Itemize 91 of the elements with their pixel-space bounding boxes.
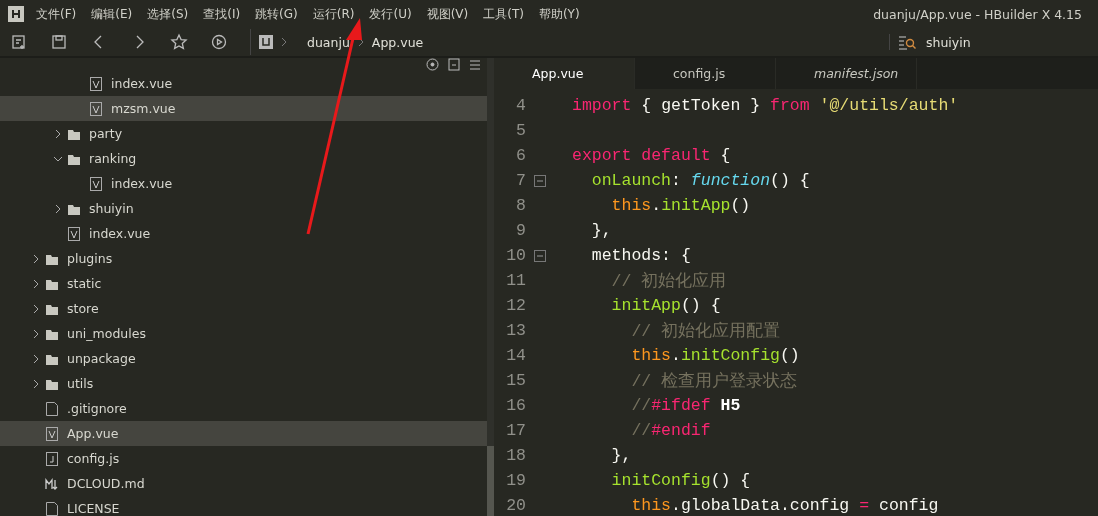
code-line: // 初始化应用配置	[630, 320, 781, 342]
line-number: 6	[515, 146, 526, 165]
tree-item[interactable]: App.vue	[0, 421, 487, 446]
vue-file-icon	[89, 176, 103, 191]
menu-item[interactable]: 工具(T)	[483, 5, 524, 23]
code-line: // 初始化应用	[610, 270, 727, 292]
search-field[interactable]: shuiyin	[926, 34, 971, 50]
new-file-icon[interactable]	[10, 33, 28, 51]
app-logo-icon	[8, 6, 24, 22]
code-line: this.globalData.config = config	[630, 496, 939, 515]
vue-file-icon	[45, 426, 59, 441]
line-number: 14	[505, 346, 526, 365]
tree-item[interactable]: LICENSE	[0, 496, 487, 516]
project-icon	[259, 35, 273, 49]
code-line: onLaunch: function() {	[590, 171, 810, 190]
menu-item[interactable]: 帮助(Y)	[538, 5, 580, 23]
menu-item[interactable]: 编辑(E)	[91, 5, 133, 23]
fold-icon[interactable]	[534, 174, 546, 187]
line-number: 15	[505, 371, 526, 390]
tree-item[interactable]: index.vue	[0, 171, 487, 196]
tree-item[interactable]: store	[0, 296, 487, 321]
code-line: import { getToken } from '@/utils/auth'	[572, 96, 959, 115]
line-number: 19	[505, 471, 526, 490]
code-line: export default {	[572, 146, 731, 165]
menu-item[interactable]: 跳转(G)	[255, 5, 298, 23]
tree-item[interactable]: static	[0, 271, 487, 296]
line-number: 16	[505, 396, 526, 415]
tree-item[interactable]: mzsm.vue	[0, 96, 487, 121]
line-number: 10	[505, 246, 526, 265]
js-file-icon	[45, 451, 59, 466]
tree-item[interactable]: unpackage	[0, 346, 487, 371]
fold-icon[interactable]	[534, 249, 546, 262]
line-number: 5	[515, 121, 526, 140]
vue-file-icon	[89, 101, 103, 116]
menu-item[interactable]: 发行(U)	[369, 5, 412, 23]
code-line: this.initApp()	[610, 196, 751, 215]
line-number: 18	[505, 446, 526, 465]
tree-item[interactable]: index.vue	[0, 71, 487, 96]
tree-item[interactable]: DCLOUD.md	[0, 471, 487, 496]
search-icon	[898, 34, 916, 50]
tree-item[interactable]: config.js	[0, 446, 487, 471]
star-icon[interactable]	[170, 33, 188, 51]
line-number: 12	[505, 296, 526, 315]
line-number: 9	[515, 221, 526, 240]
collapse-icon[interactable]	[448, 58, 460, 71]
menu-item[interactable]: 文件(F)	[36, 5, 77, 23]
breadcrumb-item[interactable]: App.vue	[371, 34, 424, 50]
scrollbar-thumb[interactable]	[487, 446, 494, 516]
code-line: initConfig() {	[610, 471, 751, 490]
line-number: 8	[515, 196, 526, 215]
code-line: // 检查用户登录状态	[630, 370, 798, 392]
vue-file-icon	[67, 226, 81, 241]
code-line: this.initConfig()	[630, 346, 800, 365]
code-line: },	[590, 221, 612, 240]
tree-item[interactable]: shuiyin	[0, 196, 487, 221]
code-line: //#endif	[630, 421, 711, 440]
chevron-right-icon	[281, 37, 287, 47]
window-title: duanju/App.vue - HBuilder X 4.15	[873, 6, 1082, 22]
code-line: },	[610, 446, 632, 465]
line-number: 20	[505, 496, 526, 515]
menu-item[interactable]: 视图(V)	[426, 5, 469, 23]
editor-tab[interactable]: config.js	[635, 58, 776, 89]
menu-item[interactable]: 选择(S)	[147, 5, 189, 23]
code-line: //#ifdef H5	[630, 396, 741, 415]
line-number: 7	[515, 171, 526, 190]
menu-item[interactable]: 查找(I)	[203, 5, 241, 23]
menu-item[interactable]: 运行(R)	[312, 5, 355, 23]
file-icon	[45, 401, 59, 416]
code-line: initApp() {	[610, 296, 721, 315]
tree-item[interactable]: .gitignore	[0, 396, 487, 421]
breadcrumb-item[interactable]: duanju	[307, 34, 350, 50]
tree-item[interactable]: ranking	[0, 146, 487, 171]
file-icon	[45, 501, 59, 516]
tree-item[interactable]: uni_modules	[0, 321, 487, 346]
line-number: 4	[515, 96, 526, 115]
editor-tab[interactable]: App.vue	[494, 58, 635, 89]
code-line: methods: {	[590, 246, 691, 265]
tree-item[interactable]: plugins	[0, 246, 487, 271]
line-number: 13	[505, 321, 526, 340]
run-icon[interactable]	[210, 33, 228, 51]
tree-item[interactable]: party	[0, 121, 487, 146]
markdown-file-icon	[45, 476, 59, 491]
menu-icon[interactable]	[469, 58, 481, 71]
tree-item[interactable]: index.vue	[0, 221, 487, 246]
line-number: 17	[505, 421, 526, 440]
tree-item[interactable]: utils	[0, 371, 487, 396]
editor-tab[interactable]: manifest.json	[776, 58, 917, 89]
vue-file-icon	[89, 76, 103, 91]
line-number: 11	[505, 271, 526, 290]
save-icon[interactable]	[50, 33, 68, 51]
locate-icon[interactable]	[426, 58, 439, 71]
